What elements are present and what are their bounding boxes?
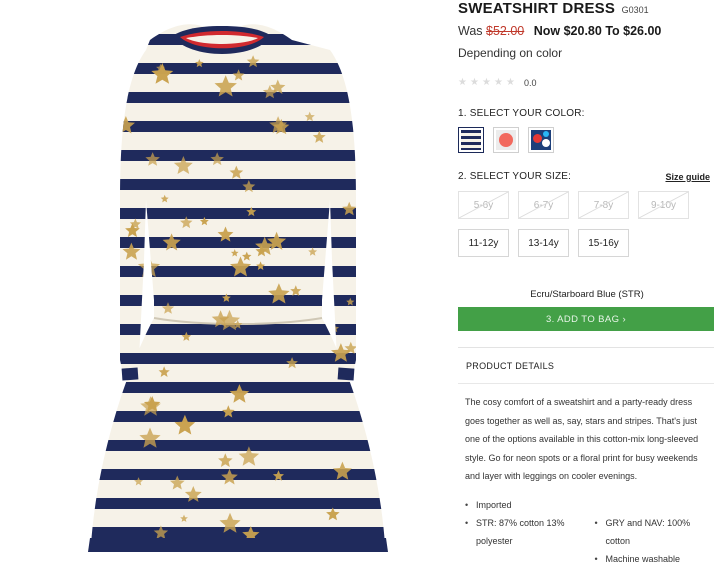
product-info: SWEATSHIRT DRESS G0301 Was $52.00 Now $2…	[458, 0, 716, 568]
price-row: Was $52.00 Now $20.80 To $26.00	[458, 24, 716, 38]
size-label: 2. SELECT YOUR SIZE:	[458, 171, 572, 182]
size-option[interactable]: 5-6y	[458, 191, 509, 219]
dress-illustration	[88, 24, 388, 552]
title-row: SWEATSHIRT DRESS G0301	[458, 0, 716, 19]
swatch-coral-spot[interactable]	[493, 127, 519, 153]
rating[interactable]: ★ ★ ★ ★ ★ 0.0	[458, 76, 716, 90]
star-icon: ★	[458, 77, 467, 88]
size-guide-link[interactable]: Size guide	[665, 172, 710, 182]
chevron-right-icon: ›	[622, 313, 627, 325]
swatch-navy-stripe[interactable]	[458, 127, 484, 153]
rating-stars: ★ ★ ★ ★ ★	[458, 78, 516, 88]
details-header[interactable]: PRODUCT DETAILS	[458, 361, 714, 371]
details-description: The cosy comfort of a sweatshirt and a p…	[465, 397, 699, 481]
size-option[interactable]: 13-14y	[518, 229, 569, 257]
size-option[interactable]: 7-8y	[578, 191, 629, 219]
was-label: Was	[458, 24, 483, 38]
bullet-item: Imported	[465, 496, 714, 514]
bullet-item: STR: 87% cotton 13% polyester	[465, 514, 591, 568]
rating-value: 0.0	[524, 78, 537, 88]
star-icon: ★	[482, 77, 491, 88]
product-sku: G0301	[621, 5, 649, 15]
add-to-bag-label: 3. ADD TO BAG	[545, 313, 620, 325]
product-title: SWEATSHIRT DRESS	[458, 0, 616, 17]
selected-color-name: Ecru/Starboard Blue (STR)	[530, 289, 644, 300]
color-swatches	[458, 127, 716, 153]
bullet-item: GRY and NAV: 100% cotton	[594, 514, 714, 550]
size-grid: 5-6y 6-7y 7-8y 9-10y 11-12y 13-14y 15-16…	[458, 191, 716, 257]
star-icon: ★	[470, 77, 479, 88]
size-header: 2. SELECT YOUR SIZE: Size guide	[458, 171, 710, 182]
swatch-floral-print[interactable]	[528, 127, 554, 153]
product-details: PRODUCT DETAILS The cosy comfort of a sw…	[458, 347, 714, 568]
star-icon: ★	[506, 77, 515, 88]
was-price: $52.00	[486, 24, 525, 38]
color-label: 1. SELECT YOUR COLOR:	[458, 108, 585, 119]
size-option[interactable]: 9-10y	[638, 191, 689, 219]
details-bullets: Imported STR: 87% cotton 13% polyester G…	[458, 496, 714, 568]
size-option[interactable]: 6-7y	[518, 191, 569, 219]
star-icon: ★	[494, 77, 503, 88]
product-image[interactable]	[0, 0, 440, 559]
size-option[interactable]: 15-16y	[578, 229, 629, 257]
add-to-bag-button[interactable]: 3. ADD TO BAG ›	[458, 307, 714, 331]
now-price: Now $20.80 To $26.00	[533, 24, 662, 38]
size-option[interactable]: 11-12y	[458, 229, 509, 257]
price-note: Depending on color	[458, 46, 563, 60]
